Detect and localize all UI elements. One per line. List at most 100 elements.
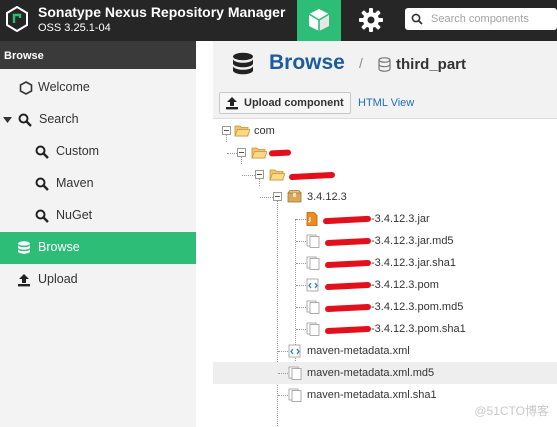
sidebar-item-upload[interactable]: Upload [0, 264, 196, 296]
redaction-mark [324, 237, 372, 247]
tree-line [296, 241, 306, 242]
upload-icon [226, 97, 238, 110]
tree-label: -3.4.12.3.pom.sha1 [371, 323, 466, 335]
file-icon [306, 300, 320, 314]
redaction-mark [324, 325, 372, 335]
tree-line [278, 395, 288, 396]
title-bar: Browse / third_part [213, 41, 557, 87]
database-icon [378, 57, 391, 72]
cube-icon [308, 9, 330, 31]
sidebar-item-nuget[interactable]: NuGet [0, 200, 196, 232]
search-input[interactable] [431, 11, 555, 27]
sidebar-item-label: Maven [56, 176, 94, 190]
tree-label: -3.4.12.3.jar.md5 [371, 235, 454, 247]
database-icon [233, 52, 253, 75]
tree-label: maven-metadata.xml [307, 345, 410, 357]
sidebar-item-label: NuGet [56, 208, 93, 222]
upload-icon [18, 274, 30, 287]
tree-row[interactable]: -3.4.12.3.pom.sha1 [213, 318, 557, 340]
tree-row[interactable]: -3.4.12.3.jar.sha1 [213, 252, 557, 274]
redaction-mark [324, 281, 372, 291]
sidebar-item-browse[interactable]: Browse [0, 232, 196, 264]
tree-line [296, 329, 306, 330]
sidebar: Browse Welcome Search Custom Maven NuGet… [0, 41, 196, 427]
sidebar-item-custom[interactable]: Custom [0, 136, 196, 168]
tree-line [296, 285, 306, 286]
tree-label: -3.4.12.3.pom.md5 [371, 301, 464, 313]
redaction-mark [322, 215, 372, 225]
breadcrumb-repository[interactable]: third_part [396, 56, 466, 73]
file-icon [288, 366, 302, 380]
file-icon [306, 234, 320, 248]
search-icon [411, 13, 423, 25]
tree-row[interactable]: maven-metadata.xml.md5 [213, 362, 557, 384]
app-title: Sonatype Nexus Repository Manager [38, 4, 286, 20]
watermark: @51CTO博客 [474, 404, 549, 418]
tree-line [242, 175, 255, 176]
file-icon [306, 322, 320, 336]
tree-label: com [254, 125, 275, 137]
tree-label: 3.4.12.3 [307, 191, 347, 203]
collapse-toggle-icon[interactable] [273, 192, 282, 201]
nav-browse-button[interactable] [297, 0, 341, 41]
tree-row[interactable]: -3.4.12.3.pom [213, 274, 557, 296]
tree-line [296, 307, 306, 308]
database-icon [18, 241, 30, 254]
search-icon [35, 177, 49, 191]
sidebar-item-welcome[interactable]: Welcome [0, 72, 196, 104]
sidebar-item-label: Upload [38, 272, 78, 286]
tree-label: -3.4.12.3.jar [371, 213, 430, 225]
top-header: Sonatype Nexus Repository Manager OSS 3.… [0, 0, 557, 41]
redaction-mark [268, 149, 292, 157]
sidebar-item-label: Browse [38, 240, 80, 254]
file-icon [288, 388, 302, 402]
search-icon [18, 113, 32, 127]
toolbar: Upload component HTML View [213, 87, 557, 119]
breadcrumb-separator: / [359, 55, 363, 71]
tree-label: -3.4.12.3.pom [371, 279, 439, 291]
upload-component-button[interactable]: Upload component [219, 92, 351, 114]
redaction-mark [288, 171, 336, 181]
app-version: OSS 3.25.1-04 [38, 22, 111, 34]
tree-row[interactable]: com [213, 120, 557, 142]
tree-line [227, 153, 237, 154]
tree-line [296, 219, 306, 220]
file-icon [306, 256, 320, 270]
tree-row[interactable]: -3.4.12.3.jar [213, 208, 557, 230]
tree-row[interactable]: 3.4.12.3 [213, 186, 557, 208]
tree-row[interactable]: -3.4.12.3.pom.md5 [213, 296, 557, 318]
tree-line [278, 373, 288, 374]
package-icon [287, 190, 302, 203]
tree-line [278, 351, 288, 352]
tree-label: maven-metadata.xml.md5 [307, 367, 435, 379]
search-box[interactable] [405, 8, 557, 30]
sidebar-item-label: Search [39, 112, 79, 126]
html-view-link[interactable]: HTML View [358, 97, 414, 109]
jar-file-icon [306, 212, 318, 226]
search-icon [35, 145, 49, 159]
sidebar-item-label: Welcome [38, 80, 90, 94]
main-panel: Browse / third_part Upload component HTM… [213, 41, 557, 427]
tree-line [296, 263, 306, 264]
sidebar-item-maven[interactable]: Maven [0, 168, 196, 200]
collapse-toggle-icon[interactable] [255, 170, 264, 179]
sidebar-item-search[interactable]: Search [0, 104, 196, 136]
tree-label: -3.4.12.3.jar.sha1 [371, 257, 457, 269]
tree-line [260, 197, 273, 198]
tree-row[interactable] [213, 142, 557, 164]
gear-icon[interactable] [356, 5, 386, 35]
folder-open-icon [234, 125, 250, 137]
sidebar-item-label: Custom [56, 144, 100, 158]
xml-file-icon [306, 278, 319, 292]
tree-row[interactable]: maven-metadata.xml [213, 340, 557, 362]
sidebar-header: Browse [0, 41, 196, 69]
hexagon-icon [19, 81, 33, 95]
collapse-toggle-icon[interactable] [237, 148, 246, 157]
redaction-mark [324, 259, 372, 269]
page-title: Browse [269, 51, 345, 74]
tree-row[interactable]: -3.4.12.3.jar.md5 [213, 230, 557, 252]
xml-file-icon [288, 344, 301, 358]
collapse-toggle-icon[interactable] [222, 126, 231, 135]
tree-row[interactable] [213, 164, 557, 186]
component-tree: com 3.4.12.3 -3.4.12.3.jar -3.4.12.3.jar… [213, 120, 557, 427]
